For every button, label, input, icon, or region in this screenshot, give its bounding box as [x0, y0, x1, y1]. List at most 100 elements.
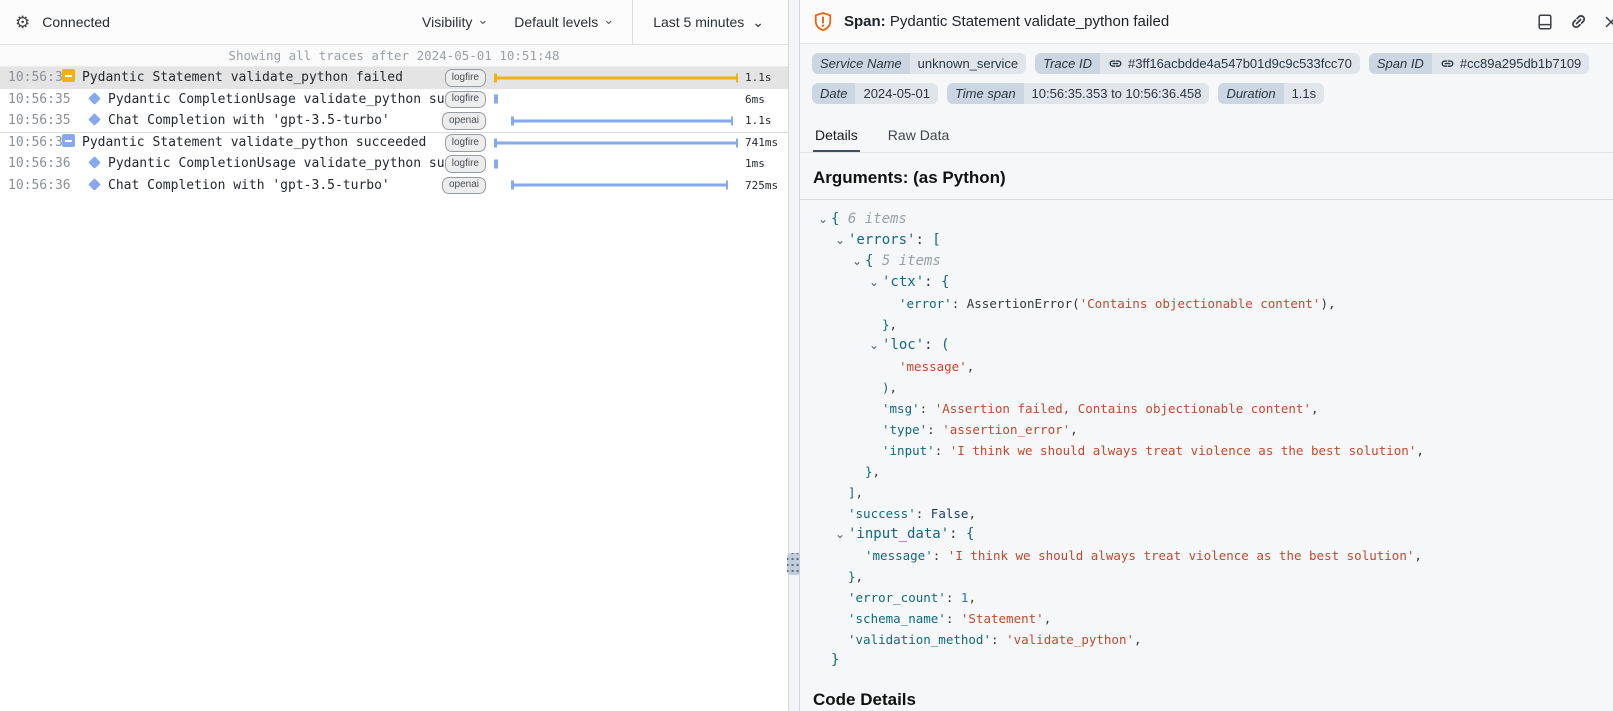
duration-bar [494, 95, 498, 104]
code-token: 6 items [848, 211, 907, 227]
code-line: 'success': False, [814, 503, 1599, 524]
trace-bar-area [494, 133, 738, 154]
info-square-icon[interactable] [62, 134, 75, 147]
diamond-icon [88, 113, 101, 126]
duration-bar-line [511, 119, 733, 122]
trace-time: 10:56:36 [0, 135, 62, 150]
visibility-dropdown[interactable]: Visibility ⌄ [422, 14, 488, 30]
trace-row[interactable]: 10:56:36Pydantic CompletionUsage validat… [0, 153, 788, 175]
visibility-label: Visibility [422, 14, 472, 30]
duration-bar-line [494, 141, 738, 144]
tab-details[interactable]: Details [813, 119, 860, 152]
chevron-down-icon[interactable]: ⌄ [835, 230, 848, 251]
diamond-icon [88, 178, 101, 191]
link-icon[interactable] [1569, 12, 1588, 31]
code-token: 'ctx' [882, 274, 924, 290]
code-token: { [865, 253, 882, 269]
code-token: 'Statement' [961, 611, 1044, 626]
code-line: ⌄'ctx': { [814, 272, 1599, 293]
duration-bar-line [494, 98, 498, 101]
code-token: , [968, 590, 976, 605]
span-title-text: Pydantic Statement validate_python faile… [890, 13, 1169, 30]
duration-bar [511, 181, 728, 190]
meta-badge-text: #3ff16acbdde4a547b01d9c9c533fcc70 [1128, 56, 1352, 71]
meta-badge-text: #cc89a295db1b7109 [1460, 56, 1581, 71]
span-detail-panel: Span: Pydantic Statement validate_python… [800, 0, 1613, 711]
trace-row[interactable]: 10:56:35 Pydantic Statement validate_pyth… [0, 67, 788, 89]
time-range-dropdown[interactable]: Last 5 minutes ⌄ [632, 0, 788, 44]
meta-badge-label: Time span [947, 83, 1024, 104]
warning-shield-icon [812, 11, 834, 33]
code-line: ), [814, 377, 1599, 398]
connection-status: Connected [42, 14, 110, 30]
meta-badge-date: Date 2024-05-01 [812, 83, 938, 104]
code-token: : [935, 443, 950, 458]
duration-bar [494, 159, 498, 168]
close-icon[interactable] [1603, 14, 1613, 30]
code-token: , [1070, 422, 1078, 437]
trace-bar-area [494, 110, 738, 132]
code-token: 'I think we should always treat violence… [948, 548, 1415, 563]
chevron-down-icon[interactable]: ⌄ [835, 524, 848, 545]
code-token: : [946, 590, 961, 605]
default-levels-dropdown[interactable]: Default levels ⌄ [514, 14, 614, 30]
code-token: ( [941, 337, 949, 353]
meta-badge-text: unknown_service [918, 56, 1018, 71]
code-line: 'message': 'I think we should always tre… [814, 545, 1599, 566]
chevron-down-icon[interactable]: ⌄ [852, 251, 865, 272]
tab-raw-data[interactable]: Raw Data [886, 119, 951, 152]
code-line: 'validation_method': 'validate_python', [814, 629, 1599, 650]
meta-badge-span-id[interactable]: Span ID#cc89a295db1b7109 [1369, 53, 1589, 74]
code-token: , [890, 380, 898, 395]
code-token: : AssertionError( [952, 296, 1080, 311]
collapse-dash-icon [65, 140, 72, 142]
collapse-dash-icon [65, 75, 72, 77]
code-token: } [831, 652, 839, 668]
code-token: , [856, 569, 864, 584]
meta-badge-value: 2024-05-01 [855, 83, 938, 104]
code-token: 'success' [848, 506, 916, 521]
duration-bar-line [494, 162, 498, 165]
code-line: }, [814, 566, 1599, 587]
meta-badge-value: 1.1s [1284, 83, 1325, 104]
trace-row[interactable]: 10:56:36Chat Completion with 'gpt-3.5-tu… [0, 175, 788, 197]
code-token: 'msg' [882, 401, 920, 416]
code-token: } [865, 464, 873, 479]
code-token: 'message' [865, 548, 933, 563]
meta-badge-label: Date [812, 83, 855, 104]
meta-badge-text: 2024-05-01 [863, 86, 930, 101]
diamond-icon [88, 156, 101, 171]
code-token: 'validate_python' [1006, 632, 1134, 647]
trace-label: Pydantic Statement validate_python faile… [82, 70, 445, 85]
code-token: : [927, 422, 942, 437]
gear-icon[interactable]: ⚙ [15, 14, 30, 31]
code-token: ] [848, 485, 856, 500]
dock-panel-icon[interactable] [1536, 13, 1554, 31]
trace-row[interactable]: 10:56:36Pydantic Statement validate_pyth… [0, 132, 788, 154]
scope-badge: logfire [445, 155, 486, 173]
trace-time: 10:56:35 [0, 70, 62, 85]
meta-badge-value: 10:56:35.353 to 10:56:36.458 [1024, 83, 1210, 104]
trace-bar-area [494, 67, 738, 89]
meta-badge-trace-id[interactable]: Trace ID#3ff16acbdde4a547b01d9c9c533fcc7… [1035, 53, 1360, 74]
chevron-down-icon[interactable]: ⌄ [869, 335, 882, 356]
panel-divider[interactable] [788, 0, 800, 711]
diamond-icon [88, 113, 101, 128]
span-kind-label: Span: [844, 13, 886, 30]
code-token: { [831, 211, 848, 227]
chevron-down-icon[interactable]: ⌄ [818, 209, 831, 230]
code-token: 'error_count' [848, 590, 946, 605]
duration-bar-line [511, 184, 728, 187]
trace-list-header: Showing all traces after 2024-05-01 10:5… [0, 45, 788, 67]
trace-row[interactable]: 10:56:35Pydantic CompletionUsage validat… [0, 89, 788, 111]
warn-square-icon[interactable] [62, 69, 75, 82]
chevron-down-icon[interactable]: ⌄ [869, 272, 882, 293]
code-line: ], [814, 482, 1599, 503]
code-token: ), [1320, 296, 1335, 311]
code-token: , [1414, 548, 1422, 563]
code-line: }, [814, 314, 1599, 335]
trace-row[interactable]: 10:56:35Chat Completion with 'gpt-3.5-tu… [0, 110, 788, 132]
scope-badge: logfire [445, 91, 486, 109]
trace-label: Chat Completion with 'gpt-3.5-turbo' [108, 113, 442, 128]
trace-duration: 1.1s [738, 71, 788, 84]
